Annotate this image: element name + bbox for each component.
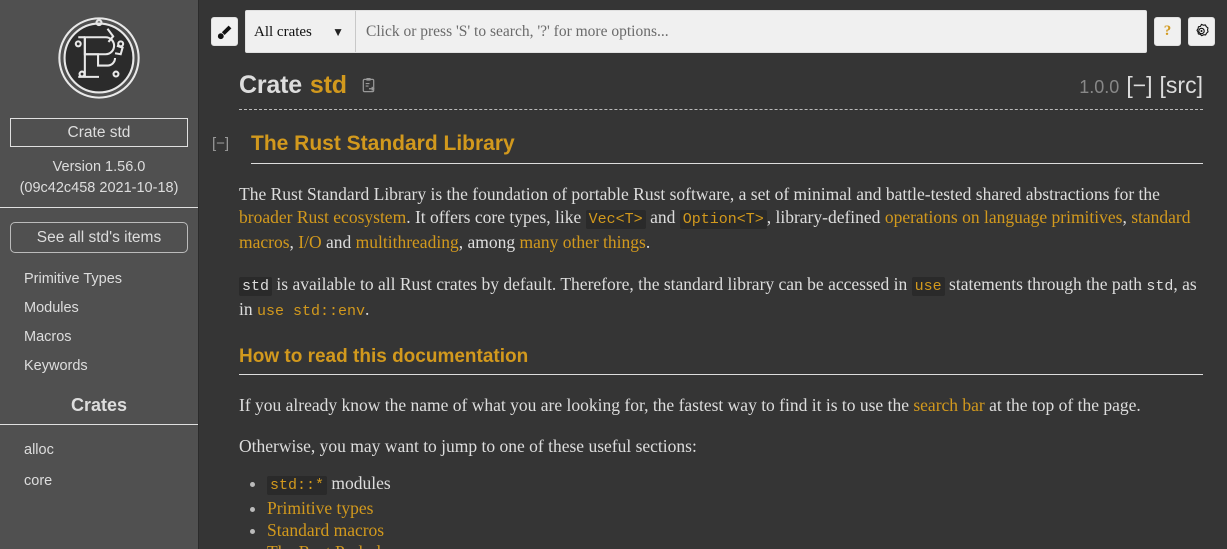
sidebar-version: Version 1.56.0 (09c42c458 2021-10-18) (19, 159, 179, 196)
sidebar-divider (0, 207, 198, 208)
sidebar-crate-button[interactable]: Crate std (10, 118, 188, 147)
link-search-bar[interactable]: search bar (913, 395, 984, 415)
text-fragment: , (289, 232, 299, 252)
paintbrush-icon (217, 25, 231, 39)
text-fragment: and (321, 232, 356, 252)
sidebar-item-keywords[interactable]: Keywords (0, 352, 198, 381)
help-label: ? (1163, 23, 1172, 39)
settings-button[interactable] (1188, 17, 1215, 46)
since-version: 1.0.0 (1079, 77, 1120, 97)
crate-filter-wrap: All crates ▼ (246, 11, 356, 52)
link-broader-rust-ecosystem[interactable]: broader Rust ecosystem (239, 207, 406, 227)
logo-container (0, 0, 198, 108)
header-meta: 1.0.0 [−] [src] (1079, 72, 1203, 99)
doc-paragraph-intro: The Rust Standard Library is the foundat… (239, 183, 1203, 254)
crate-filter-select[interactable]: All crates (246, 11, 356, 52)
code-std: std (239, 276, 273, 296)
page-title: Crate std (239, 71, 347, 100)
text-fragment: at the top of the page. (984, 394, 1141, 415)
link-standard-macros-list[interactable]: Standard macros (267, 520, 384, 540)
list-item: Standard macros (267, 519, 1203, 541)
see-all-items-button[interactable]: See all std's items (10, 222, 188, 253)
page-root: Crate std Version 1.56.0 (09c42c458 2021… (0, 0, 1227, 549)
code-link-use-std-env[interactable]: use std::env (257, 303, 365, 320)
sidebar-item-primitive-types[interactable]: Primitive Types (0, 265, 198, 294)
section-collapse-toggle[interactable]: [−] (212, 135, 237, 152)
link-multithreading[interactable]: multithreading (356, 232, 459, 252)
sidebar: Crate std Version 1.56.0 (09c42c458 2021… (0, 0, 199, 549)
code-use[interactable]: use (911, 276, 945, 296)
rust-logo-icon[interactable] (49, 8, 149, 108)
link-many-other-things[interactable]: many other things (519, 232, 645, 252)
doc-h2-how-to-read: How to read this documentation (239, 346, 1203, 375)
link-operations-on-language-primitives[interactable]: operations on language primitives (885, 207, 1123, 227)
text-fragment: The Rust Standard Library is the foundat… (239, 184, 1160, 204)
list-item-label: modules (327, 472, 391, 493)
text-fragment: . (645, 232, 651, 252)
link-std-modules[interactable]: std::* (267, 475, 328, 495)
text-fragment: . (365, 299, 370, 319)
crate-item-alloc[interactable]: alloc (0, 435, 198, 466)
text-fragment: . It offers core types, like (406, 206, 586, 227)
doc-content: Crate std 1.0.0 [−] [src] [−] The Rust S… (199, 53, 1227, 549)
crate-name-label: std (309, 71, 347, 99)
link-the-rust-prelude[interactable]: The Rust Prelude (267, 542, 389, 549)
search-group: All crates ▼ (245, 10, 1147, 53)
sidebar-item-modules[interactable]: Modules (0, 294, 198, 323)
crate-item-core[interactable]: core (0, 466, 198, 497)
code-option-t[interactable]: Option<T> (679, 209, 767, 229)
src-link[interactable]: [src] (1160, 72, 1203, 99)
text-fragment: If you already know the name of what you… (239, 394, 914, 415)
doc-paragraph-availability: std is available to all Rust crates by d… (239, 273, 1203, 324)
text-fragment: , among (458, 232, 520, 252)
gear-icon (1196, 23, 1209, 37)
list-item: The Rust Prelude (267, 541, 1203, 549)
sidebar-item-macros[interactable]: Macros (0, 323, 198, 352)
code-vec-t[interactable]: Vec<T> (585, 209, 646, 229)
link-primitive-types[interactable]: Primitive types (267, 498, 373, 518)
doc-paragraph-search-hint: If you already know the name of what you… (239, 394, 1203, 417)
collapse-all-toggle[interactable]: [−] (1126, 72, 1152, 99)
text-fragment: and (645, 206, 680, 227)
doc-h1: The Rust Standard Library (251, 132, 1203, 164)
crate-kind-label: Crate (239, 71, 302, 99)
help-button[interactable]: ? (1154, 17, 1181, 46)
list-item: Primitive types (267, 497, 1203, 519)
crates-heading: Crates (70, 395, 128, 415)
clipboard-copy-icon[interactable] (359, 76, 378, 95)
crate-header: Crate std 1.0.0 [−] [src] (239, 71, 1203, 110)
link-io[interactable]: I/O (298, 232, 321, 252)
main-content: All crates ▼ ? Cratestd (199, 0, 1227, 549)
useful-sections-list: std::* modules Primitive types Standard … (239, 472, 1203, 549)
search-input[interactable] (356, 11, 1146, 52)
text-fragment: , (1122, 206, 1132, 227)
text-fragment: , library-defined (766, 206, 885, 227)
code-std-path: std (1146, 277, 1174, 295)
list-item: std::* modules (267, 472, 1203, 497)
doc-heading-row: [−] The Rust Standard Library (212, 132, 1203, 164)
text-fragment: is available to all Rust crates by defau… (272, 273, 912, 294)
doc-paragraph-sections-intro: Otherwise, you may want to jump to one o… (239, 436, 697, 456)
sidebar-nav: Primitive Types Modules Macros Keywords (0, 253, 198, 381)
search-toolbar: All crates ▼ ? (199, 0, 1227, 53)
text-fragment: statements through the path (944, 273, 1147, 294)
crates-list: alloc core (0, 425, 198, 497)
theme-picker-button[interactable] (211, 17, 238, 46)
